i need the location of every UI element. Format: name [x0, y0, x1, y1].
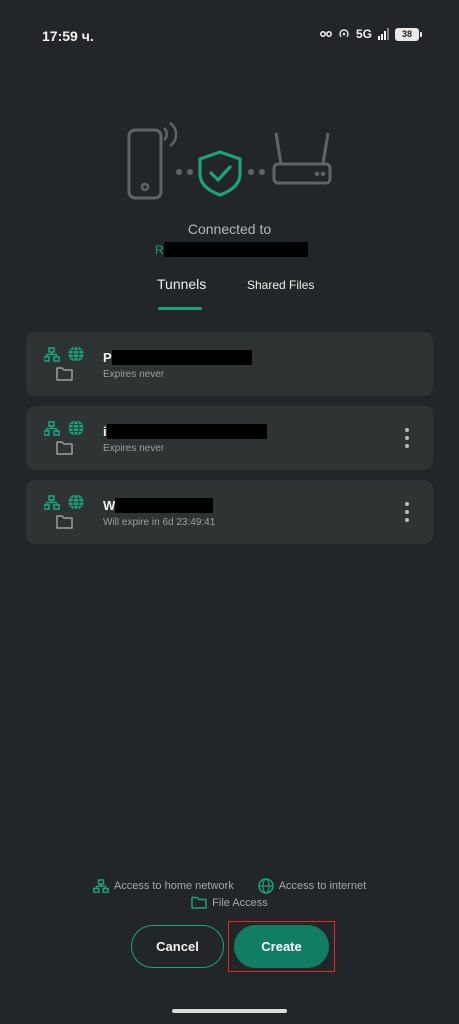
battery-level: 38 [401, 29, 412, 39]
redacted-block [115, 497, 214, 513]
legend-file-access-label: File Access [212, 896, 268, 909]
router-icon [272, 132, 332, 185]
status-time: 17:59 ч. [42, 28, 94, 44]
tunnel-expiry: Will expire in 6d 23:49:41 [103, 517, 216, 528]
redacted-block [106, 423, 267, 439]
network-name-text: R [155, 242, 164, 257]
highlight-box [228, 921, 335, 972]
tunnel-permissions-icons [44, 420, 84, 455]
tab-bar: Tunnels Shared Files [0, 276, 459, 312]
vpn-key-icon [320, 31, 332, 37]
connected-to-label: Connected to [187, 221, 272, 237]
active-tab-indicator [158, 307, 202, 310]
more-options-icon[interactable] [403, 502, 411, 522]
redacted-block [163, 242, 308, 257]
tunnel-expiry: Expires never [103, 369, 165, 380]
legend-row: File Access [0, 896, 459, 909]
home-network-icon [44, 421, 60, 436]
hotspot-icon [339, 29, 349, 38]
shield-check-icon [198, 150, 242, 197]
status-bar: 17:59 ч. 5G 38 [0, 0, 459, 72]
tunnel-expiry: Expires never [103, 443, 165, 454]
folder-icon [56, 515, 73, 529]
tab-tunnels[interactable]: Tunnels [157, 276, 206, 292]
home-network-icon [44, 347, 60, 362]
home-network-icon [92, 879, 109, 893]
legend-internet-label: Access to internet [278, 880, 367, 892]
tunnel-permissions-icons [44, 494, 84, 529]
legend-home-network-label: Access to home network [113, 880, 234, 892]
legend-file-access: File Access [191, 896, 268, 909]
connection-illustration [127, 121, 332, 200]
globe-icon [68, 494, 84, 510]
tunnel-name: P [103, 349, 252, 365]
globe-icon [257, 878, 274, 894]
signal-icon [378, 28, 389, 40]
home-network-icon [44, 495, 60, 510]
tunnel-name-text: W [103, 497, 116, 513]
battery-icon: 38 [395, 27, 422, 41]
folder-icon [56, 367, 73, 381]
more-options-icon[interactable] [403, 428, 411, 448]
app-screen: 17:59 ч. 5G 38 Connected to R Tunnels Sh… [0, 0, 459, 1024]
legend-internet: Access to internet [257, 878, 367, 894]
folder-icon [191, 896, 207, 909]
globe-icon [68, 420, 84, 436]
tunnel-card[interactable]: i Expires never [26, 406, 433, 470]
phone-icon [127, 121, 178, 200]
folder-icon [56, 441, 73, 455]
legend-row: Access to home network Access to interne… [0, 878, 459, 894]
globe-icon [68, 346, 84, 362]
connected-network-name: R [155, 242, 308, 257]
tunnel-name: W [103, 497, 214, 513]
tunnel-card[interactable]: P Expires never [26, 332, 433, 396]
tunnel-card[interactable]: W Will expire in 6d 23:49:41 [26, 480, 433, 544]
cancel-button[interactable]: Cancel [131, 925, 224, 968]
legend-home-network: Access to home network [92, 879, 234, 893]
status-icons: 5G 38 [320, 27, 422, 41]
tab-shared-files[interactable]: Shared Files [247, 278, 314, 292]
tunnel-name: i [103, 423, 267, 439]
network-type-label: 5G [355, 27, 372, 41]
tunnel-permissions-icons [44, 346, 84, 381]
redacted-block [111, 349, 252, 365]
home-indicator[interactable] [172, 1009, 287, 1013]
tunnel-name-text: P [103, 349, 112, 365]
